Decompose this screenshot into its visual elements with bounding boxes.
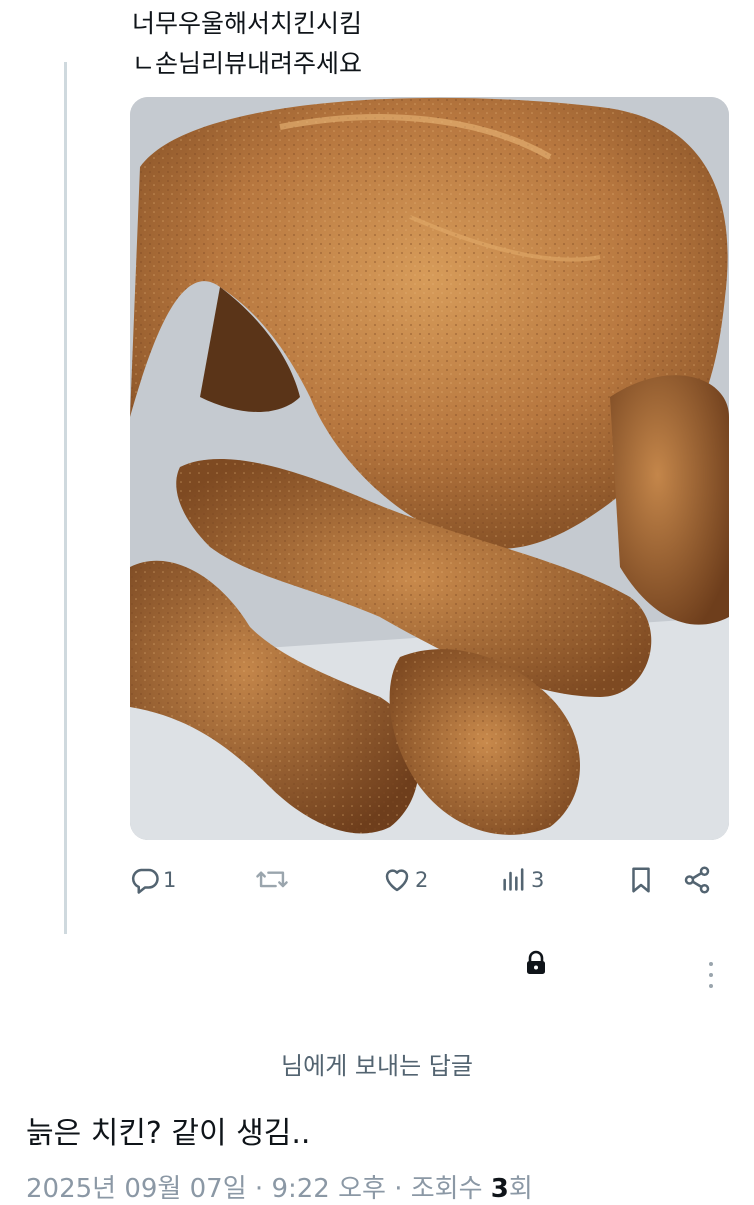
view-count: 3: [531, 868, 545, 892]
share-icon: [682, 865, 712, 895]
reply-text: 늙은 치킨? 같이 생김..: [26, 1116, 311, 1151]
post-image[interactable]: [130, 97, 729, 840]
post-text-line-2: ㄴ손님리뷰내려주세요: [132, 49, 363, 78]
post-meta: 2025년 09월 07일 · 9:22 오후 · 조회수 3회: [26, 1168, 533, 1205]
replying-to-label: 님에게 보내는 답글: [281, 1052, 473, 1080]
post-text-line-1: 너무우울해서치킨시킴: [132, 9, 363, 38]
post-text: 너무우울해서치킨시킴 ㄴ손님리뷰내려주세요: [132, 4, 362, 84]
like-count: 2: [415, 868, 429, 892]
like-button[interactable]: 2: [382, 858, 428, 902]
views-button[interactable]: 3: [500, 858, 544, 902]
bookmark-button[interactable]: [626, 858, 656, 902]
lock-icon: [524, 950, 548, 980]
heart-icon: [382, 865, 412, 895]
repost-icon: [255, 865, 289, 895]
fried-chicken-photo: [130, 97, 729, 840]
bar-chart-icon: [500, 865, 528, 895]
repost-button[interactable]: [255, 858, 289, 902]
more-options-icon[interactable]: [704, 960, 718, 990]
thread-line: [64, 62, 67, 934]
reply-icon: [130, 865, 160, 895]
reply-button[interactable]: 1: [130, 858, 176, 902]
share-button[interactable]: [682, 858, 712, 902]
reply-count: 1: [163, 868, 177, 892]
action-bar: 1 2 3: [130, 858, 730, 902]
bookmark-icon: [626, 864, 656, 896]
